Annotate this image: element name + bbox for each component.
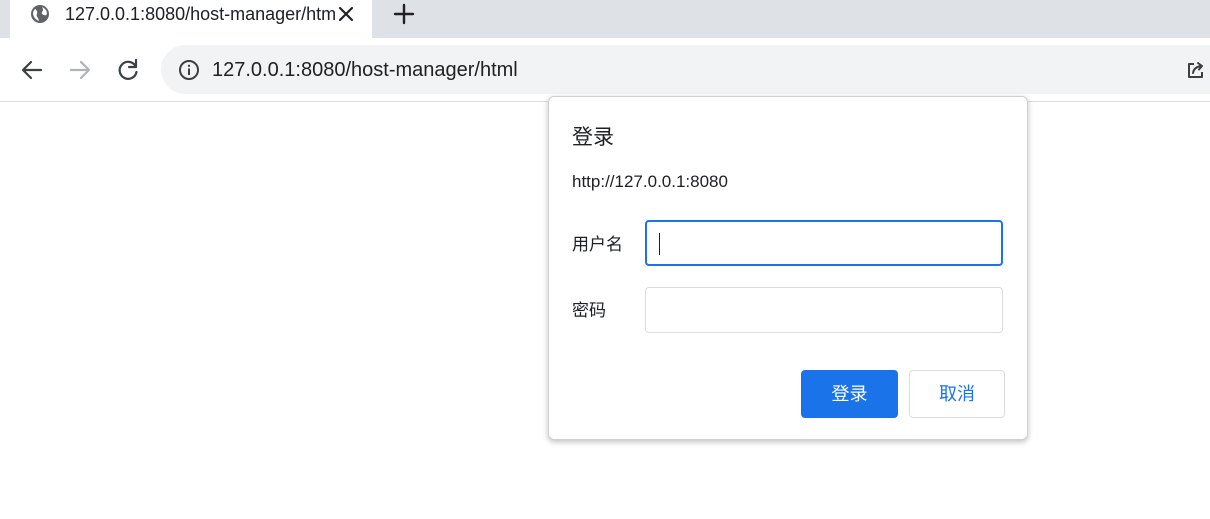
- login-button[interactable]: 登录: [801, 370, 898, 418]
- cancel-button[interactable]: 取消: [909, 370, 1005, 418]
- reload-icon[interactable]: [115, 57, 141, 83]
- browser-toolbar: 127.0.0.1:8080/host-manager/html: [0, 38, 1210, 102]
- tab-title: 127.0.0.1:8080/host-manager/html: [65, 4, 335, 24]
- username-label: 用户名: [572, 235, 623, 254]
- share-icon[interactable]: [1185, 59, 1207, 81]
- plus-icon[interactable]: [392, 2, 416, 26]
- close-icon[interactable]: [335, 3, 357, 25]
- dialog-origin: http://127.0.0.1:8080: [572, 172, 728, 191]
- password-label: 密码: [572, 301, 606, 320]
- login-dialog: 登录 http://127.0.0.1:8080 用户名 密码 登录 取消: [548, 96, 1028, 440]
- address-bar[interactable]: 127.0.0.1:8080/host-manager/html: [161, 45, 1210, 94]
- arrow-right-icon[interactable]: [67, 57, 93, 83]
- password-field[interactable]: [645, 287, 1003, 333]
- globe-icon: [30, 4, 50, 24]
- tab-strip: 127.0.0.1:8080/host-manager/html: [0, 0, 1210, 38]
- dialog-title: 登录: [572, 126, 614, 149]
- username-field[interactable]: [645, 220, 1003, 266]
- browser-tab[interactable]: 127.0.0.1:8080/host-manager/html: [10, 0, 372, 38]
- arrow-left-icon[interactable]: [19, 57, 45, 83]
- address-bar-url: 127.0.0.1:8080/host-manager/html: [212, 59, 518, 81]
- info-icon[interactable]: [178, 59, 200, 81]
- text-caret: [659, 233, 660, 255]
